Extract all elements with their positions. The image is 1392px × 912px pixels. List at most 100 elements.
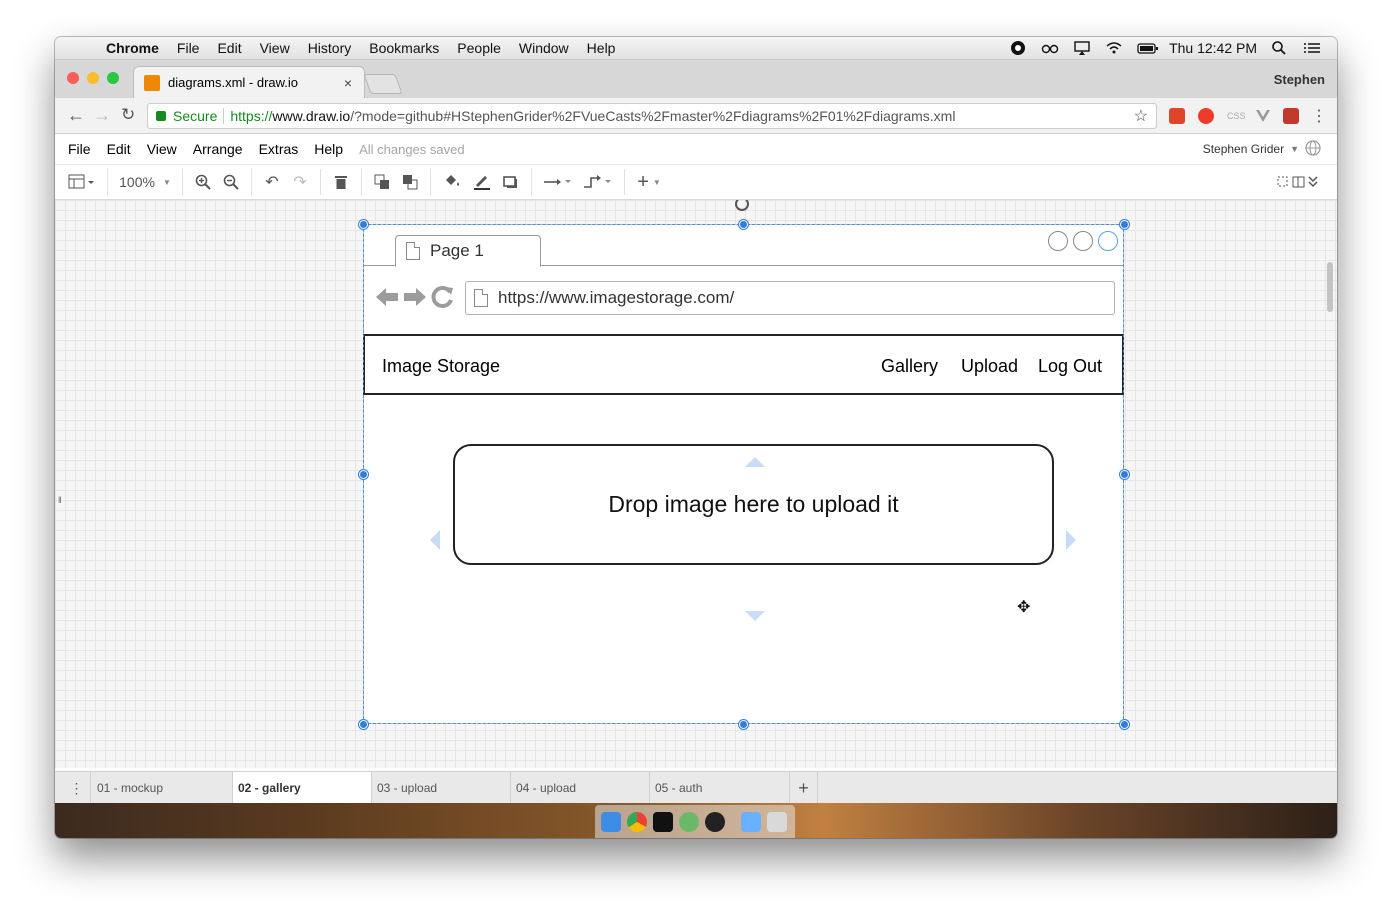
menubar-app-name[interactable]: Chrome: [97, 40, 168, 56]
drawio-menu-view[interactable]: View: [147, 141, 177, 157]
zoom-out-icon[interactable]: [217, 169, 245, 195]
menubar-history[interactable]: History: [299, 40, 361, 56]
globe-icon[interactable]: [1305, 139, 1321, 159]
ublock-extension-icon[interactable]: [1283, 108, 1299, 124]
mockup-tab-label: Page 1: [430, 241, 484, 260]
mac-window: Chrome File Edit View History Bookmarks …: [55, 37, 1337, 838]
battery-icon[interactable]: [1137, 40, 1159, 56]
extension-red-icon[interactable]: [1169, 108, 1185, 124]
drawio-menu-edit[interactable]: Edit: [107, 141, 131, 157]
page-menu-icon[interactable]: ⋮: [63, 772, 91, 804]
minimize-window-button[interactable]: [87, 72, 99, 84]
glasses-icon[interactable]: [1041, 40, 1059, 56]
vertical-scrollbar[interactable]: [1327, 262, 1333, 312]
add-page-button[interactable]: +: [790, 772, 818, 804]
to-front-icon[interactable]: [368, 169, 396, 195]
fullscreen-collapse-icons[interactable]: [1271, 169, 1327, 195]
bookmark-star-icon[interactable]: ☆: [1134, 106, 1148, 126]
connect-arrow-left-icon[interactable]: [429, 528, 441, 552]
terminal-dock-icon[interactable]: [653, 811, 673, 832]
spotlight-search-icon[interactable]: [1271, 40, 1289, 56]
rotate-handle-icon[interactable]: [735, 200, 749, 211]
mockup-reload-icon: [431, 286, 453, 308]
line-color-icon[interactable]: [467, 169, 497, 195]
redo-icon[interactable]: ↷: [286, 169, 314, 195]
resize-handle[interactable]: [739, 720, 748, 729]
mockup-nav-upload: Upload: [961, 356, 1019, 376]
shadow-icon[interactable]: [497, 169, 525, 195]
resize-handle[interactable]: [1120, 720, 1129, 729]
undo-icon[interactable]: ↶: [258, 169, 286, 195]
drawio-menu-file[interactable]: File: [68, 141, 91, 157]
secure-label: Secure: [173, 108, 218, 124]
delete-trash-icon[interactable]: [327, 169, 355, 195]
drawio-menu-extras[interactable]: Extras: [259, 141, 299, 157]
page-tab-mockup[interactable]: 01 - mockup: [92, 772, 233, 804]
address-bar[interactable]: Secure https:// www.draw.io /?mode=githu…: [147, 103, 1157, 129]
menubar-help[interactable]: Help: [578, 40, 625, 56]
maximize-window-button[interactable]: [107, 72, 119, 84]
connect-arrow-down-icon[interactable]: [743, 610, 767, 622]
airplay-icon[interactable]: [1073, 40, 1091, 56]
menubar-people[interactable]: People: [448, 40, 510, 56]
to-back-icon[interactable]: [396, 169, 424, 195]
connect-arrow-right-icon[interactable]: [1065, 528, 1077, 552]
resize-handle[interactable]: [359, 220, 368, 229]
menubar-edit[interactable]: Edit: [208, 40, 250, 56]
mac-menubar: Chrome File Edit View History Bookmarks …: [55, 37, 1337, 60]
menubar-clock[interactable]: Thu 12:42 PM: [1169, 40, 1257, 56]
trash-dock-icon[interactable]: [767, 811, 787, 832]
zoom-in-icon[interactable]: [189, 169, 217, 195]
waypoints-icon[interactable]: [578, 169, 618, 195]
toolbar-divider: [182, 169, 183, 195]
close-window-button[interactable]: [67, 72, 79, 84]
wifi-icon[interactable]: [1105, 40, 1123, 56]
page-tab-gallery[interactable]: 02 - gallery: [233, 772, 372, 804]
browser-mockup-shape[interactable]: Page 1 https://www.imagestorage.com/ Ima…: [363, 224, 1124, 724]
move-cursor-icon: ✥: [1017, 599, 1031, 616]
resize-handle[interactable]: [739, 220, 748, 229]
resize-handle[interactable]: [359, 470, 368, 479]
forward-arrow-icon[interactable]: →: [93, 105, 111, 126]
toolbar-divider: [107, 169, 108, 195]
finder-dock-icon[interactable]: [601, 811, 621, 832]
back-arrow-icon[interactable]: ←: [67, 105, 85, 126]
reload-icon[interactable]: ↻: [121, 105, 135, 125]
resize-handle[interactable]: [1120, 220, 1129, 229]
drawio-menu-arrange[interactable]: Arrange: [193, 141, 243, 157]
tab-close-icon[interactable]: ×: [344, 75, 352, 91]
browser-tab-active[interactable]: diagrams.xml - draw.io ×: [133, 66, 365, 98]
obs-dock-icon[interactable]: [705, 811, 725, 832]
menubar-bookmarks[interactable]: Bookmarks: [360, 40, 448, 56]
folder-dock-icon[interactable]: [741, 811, 761, 832]
new-tab-button[interactable]: [363, 74, 403, 94]
fill-color-icon[interactable]: [437, 169, 467, 195]
user-menu[interactable]: Stephen Grider ▼: [1203, 139, 1321, 159]
menubar-file[interactable]: File: [168, 40, 209, 56]
menubar-view[interactable]: View: [251, 40, 299, 56]
opera-extension-icon[interactable]: [1198, 108, 1214, 124]
connect-arrow-up-icon[interactable]: [743, 456, 767, 468]
page-tab-upload-2[interactable]: 04 - upload: [511, 772, 650, 804]
sidebar-collapse-handle[interactable]: ‖: [58, 495, 62, 505]
vue-extension-icon[interactable]: [1255, 108, 1271, 124]
page-tab-upload[interactable]: 03 - upload: [372, 772, 511, 804]
page-tab-auth[interactable]: 05 - auth: [650, 772, 790, 804]
chrome-dock-icon[interactable]: [627, 811, 647, 832]
browser-profile-name[interactable]: Stephen: [1274, 72, 1325, 87]
obs-icon[interactable]: [1009, 40, 1027, 56]
resize-handle[interactable]: [1120, 470, 1129, 479]
resize-handle[interactable]: [359, 720, 368, 729]
menubar-window[interactable]: Window: [510, 40, 578, 56]
css-extension-icon[interactable]: CSS: [1227, 111, 1246, 127]
diagram-canvas[interactable]: ‖ Page 1 https://www.imagestorage.com/ I…: [55, 200, 1337, 768]
connection-style-icon[interactable]: [538, 169, 578, 195]
app-dock-icon[interactable]: [679, 811, 699, 832]
notification-list-icon[interactable]: [1303, 40, 1321, 56]
drawio-menu-help[interactable]: Help: [314, 141, 343, 157]
chevron-down-icon: ▼: [162, 177, 171, 187]
zoom-dropdown[interactable]: 100% ▼: [114, 169, 176, 195]
insert-plus-icon[interactable]: + ▼: [631, 169, 667, 195]
chrome-menu-icon[interactable]: ⋮: [1311, 106, 1327, 126]
format-panel-toggle-icon[interactable]: [61, 169, 101, 195]
